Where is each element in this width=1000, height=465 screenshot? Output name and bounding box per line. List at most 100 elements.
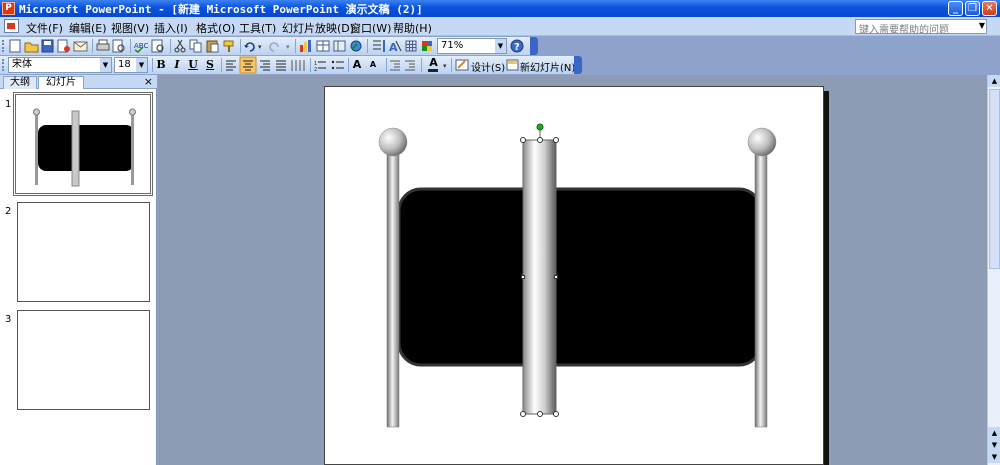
standard-toolbar: ABC ▾ ▾ A ? 71% ▼ xyxy=(0,37,538,55)
tab-slides[interactable]: 幻灯片 xyxy=(38,76,84,89)
resize-handle-bottom[interactable] xyxy=(537,411,543,417)
left-pole[interactable] xyxy=(386,150,400,428)
zoom-dropdown-icon[interactable]: ▼ xyxy=(495,39,506,53)
align-right-icon[interactable] xyxy=(260,60,270,71)
menu-view[interactable]: 视图(V) xyxy=(111,20,149,36)
new-slide-icon[interactable] xyxy=(506,59,519,71)
menu-insert[interactable]: 插入(I) xyxy=(154,20,188,36)
design-icon[interactable] xyxy=(455,59,469,71)
menu-edit[interactable]: 编辑(E) xyxy=(69,20,107,36)
research-icon[interactable] xyxy=(151,39,164,53)
powerpoint-app-icon[interactable]: P xyxy=(2,2,15,15)
scroll-down-page-icon[interactable]: ▼ xyxy=(988,439,1000,451)
color-grayscale-icon[interactable] xyxy=(422,41,432,51)
center-bar-selected[interactable] xyxy=(522,139,557,415)
menu-bar: 文件(F) 编辑(E) 视图(V) 插入(I) 格式(O) 工具(T) 幻灯片放… xyxy=(0,17,1000,36)
increase-indent-icon[interactable] xyxy=(405,60,415,71)
decrease-indent-icon[interactable] xyxy=(390,60,400,71)
scroll-up-icon[interactable]: ▲ xyxy=(988,75,1000,87)
left-pole-knob[interactable] xyxy=(378,127,408,157)
right-pole-knob[interactable] xyxy=(747,127,777,157)
menu-format[interactable]: 格式(O) xyxy=(196,20,235,36)
slide-thumbnail-3[interactable] xyxy=(17,310,150,410)
slide-content xyxy=(378,123,777,428)
shrink-font-button[interactable]: A xyxy=(367,58,379,72)
help-dropdown-icon[interactable]: ▼ xyxy=(979,21,985,30)
menu-file[interactable]: 文件(F) xyxy=(26,20,63,36)
resize-handle-top-left[interactable] xyxy=(520,137,526,143)
rotation-handle[interactable] xyxy=(536,123,544,131)
insert-table-icon[interactable] xyxy=(316,40,330,52)
toolbar-options-button[interactable] xyxy=(574,56,582,74)
show-formatting-icon[interactable]: A xyxy=(389,40,402,54)
distribute-icon[interactable] xyxy=(291,60,305,71)
zoom-value: 71% xyxy=(441,40,464,51)
justify-icon[interactable] xyxy=(276,60,286,71)
pane-close-icon[interactable]: × xyxy=(144,75,153,88)
scroll-up-page-icon[interactable]: ▲ xyxy=(988,427,1000,439)
numbering-icon[interactable]: 12 xyxy=(314,61,326,73)
resize-handle-top-right[interactable] xyxy=(553,137,559,143)
new-slide-button[interactable]: 新幻灯片(N) xyxy=(520,59,575,74)
black-rounded-panel[interactable] xyxy=(397,187,763,367)
menu-help[interactable]: 帮助(H) xyxy=(393,20,432,36)
right-pole[interactable] xyxy=(754,150,768,428)
print-preview-icon[interactable] xyxy=(112,39,125,53)
help-question-placeholder: 键入需要帮助的问题 xyxy=(859,25,949,36)
undo-icon[interactable] xyxy=(244,42,255,52)
slide-thumbnail-2[interactable] xyxy=(17,202,150,302)
help-question-input[interactable]: 键入需要帮助的问题 ▼ xyxy=(855,19,987,36)
save-icon[interactable] xyxy=(41,39,54,53)
format-painter-icon[interactable] xyxy=(223,40,234,52)
slide-number: 2 xyxy=(5,206,12,217)
align-center-icon[interactable] xyxy=(239,56,257,74)
grow-font-button[interactable]: A xyxy=(350,58,364,72)
resize-handle-right[interactable] xyxy=(554,275,558,279)
title-bar: P Microsoft PowerPoint - [新建 Microsoft P… xyxy=(0,0,1000,17)
insert-chart-icon[interactable] xyxy=(300,40,311,52)
email-icon[interactable] xyxy=(73,41,88,52)
svg-text:▾: ▾ xyxy=(286,43,290,51)
resize-handle-top[interactable] xyxy=(537,137,543,143)
copy-icon[interactable] xyxy=(189,39,202,53)
slide-thumbnail-1[interactable] xyxy=(13,92,153,196)
toolbar-options-button[interactable] xyxy=(530,37,538,55)
svg-text:▾: ▾ xyxy=(443,62,447,70)
document-icon[interactable] xyxy=(4,19,19,33)
help-icon[interactable]: ? xyxy=(510,39,524,53)
menu-slideshow[interactable]: 幻灯片放映(D) xyxy=(282,20,354,36)
hyperlink-icon[interactable] xyxy=(350,40,362,52)
resize-handle-bottom-left[interactable] xyxy=(520,411,526,417)
design-button[interactable]: 设计(S) xyxy=(471,59,505,74)
open-icon[interactable] xyxy=(24,42,39,53)
align-left-icon[interactable] xyxy=(226,60,236,71)
permission-icon[interactable] xyxy=(57,39,70,53)
slide-number: 3 xyxy=(5,314,12,325)
font-color-button[interactable]: A xyxy=(428,56,439,70)
pane-tab-strip: 大纲 幻灯片 × xyxy=(0,75,157,89)
svg-text:?: ? xyxy=(514,42,520,53)
tab-outline[interactable]: 大纲 xyxy=(3,76,37,89)
new-icon[interactable] xyxy=(9,39,21,53)
scrollbar-thumb[interactable] xyxy=(989,89,1000,269)
spelling-icon[interactable]: ABC xyxy=(134,42,148,53)
scroll-down-icon[interactable]: ▼ xyxy=(988,451,1000,463)
print-icon[interactable] xyxy=(96,39,110,51)
minimize-button[interactable]: _ xyxy=(948,1,963,16)
paste-icon[interactable] xyxy=(206,40,219,53)
resize-handle-left[interactable] xyxy=(521,275,525,279)
zoom-select[interactable]: 71% ▼ xyxy=(437,38,507,54)
cut-icon[interactable] xyxy=(174,39,186,53)
grid-icon[interactable] xyxy=(405,40,417,52)
redo-icon[interactable] xyxy=(269,42,279,52)
menu-tools[interactable]: 工具(T) xyxy=(239,20,276,36)
resize-handle-bottom-right[interactable] xyxy=(553,411,559,417)
tables-borders-icon[interactable] xyxy=(333,40,346,52)
restore-button[interactable]: ❐ xyxy=(965,1,980,16)
bullets-icon[interactable] xyxy=(331,60,344,70)
expand-all-icon[interactable] xyxy=(373,40,385,52)
vertical-scrollbar[interactable]: ▲ ▲ ▼ ▼ xyxy=(987,75,1000,465)
close-button[interactable]: ✕ xyxy=(982,1,997,16)
menu-window[interactable]: 窗口(W) xyxy=(350,20,391,36)
slide-canvas[interactable] xyxy=(324,86,824,465)
